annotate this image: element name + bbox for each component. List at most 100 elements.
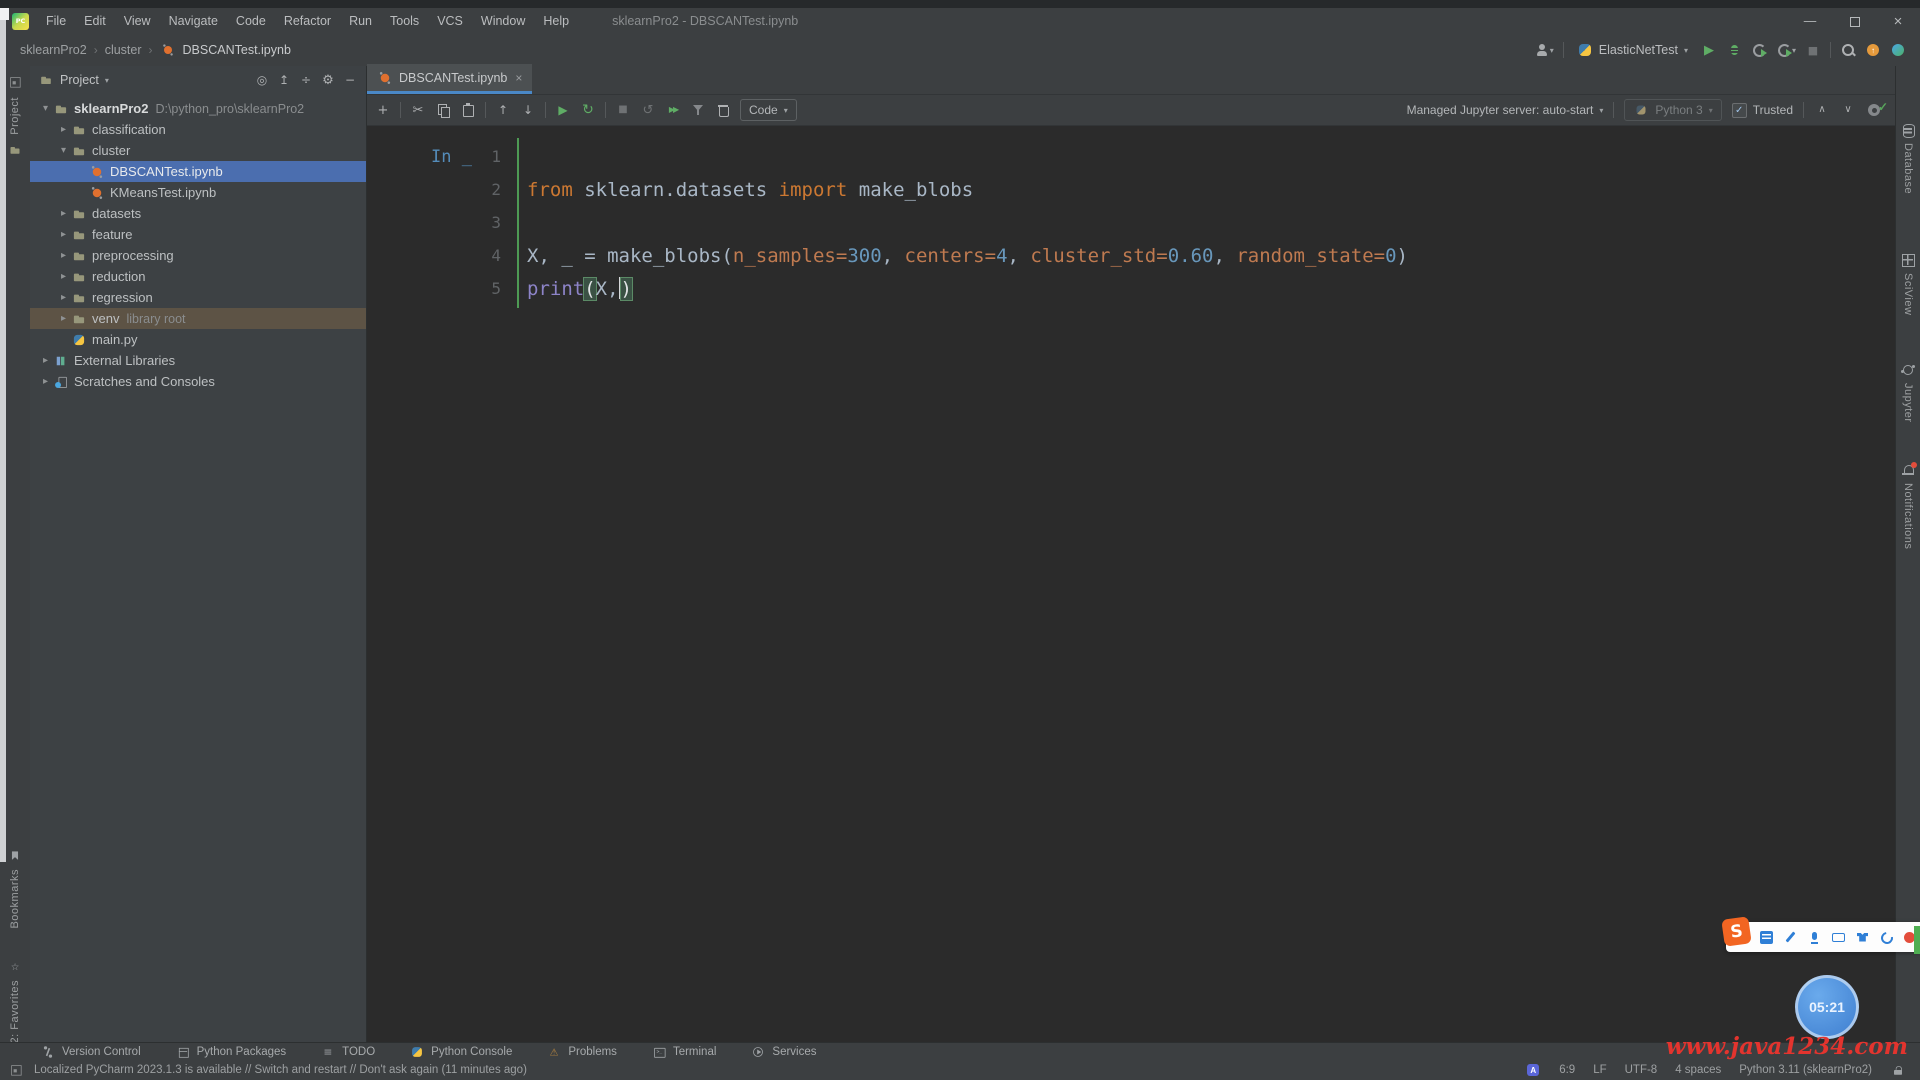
project-view-dropdown[interactable]: ▾ bbox=[105, 76, 109, 85]
tree-chevron-icon[interactable]: ▸ bbox=[56, 208, 71, 219]
stripe-button-database[interactable]: Database bbox=[1900, 122, 1916, 194]
tree-row-main-py[interactable]: main.py bbox=[30, 329, 366, 350]
tree-chevron-icon[interactable]: ▸ bbox=[56, 229, 71, 240]
add-cell-button-icon[interactable]: + bbox=[375, 102, 391, 118]
menu-help[interactable]: Help bbox=[536, 12, 576, 30]
stripe-project-button[interactable]: Project bbox=[9, 97, 21, 135]
translate-icon[interactable] bbox=[1525, 1062, 1541, 1078]
notebook-editor[interactable]: In _12from sklearn.datasets import make_… bbox=[367, 126, 1896, 305]
move-cell-down-button-icon[interactable]: ↓ bbox=[520, 102, 536, 118]
debug-button[interactable] bbox=[1726, 42, 1742, 58]
menu-vcs[interactable]: VCS bbox=[430, 12, 470, 30]
trusted-checkbox[interactable]: ✓ Trusted bbox=[1732, 103, 1793, 118]
tree-row-venv[interactable]: ▸venvlibrary root bbox=[30, 308, 366, 329]
inspections-ok-icon[interactable]: ✓ bbox=[1878, 100, 1888, 114]
menu-code[interactable]: Code bbox=[229, 12, 273, 30]
breadcrumb-item[interactable]: cluster bbox=[105, 43, 142, 57]
tree-row-reduction[interactable]: ▸reduction bbox=[30, 266, 366, 287]
interrupt-kernel-button-icon[interactable]: ↺ bbox=[640, 102, 656, 118]
stripe-button-sciview[interactable]: SciView bbox=[1900, 252, 1916, 315]
cell-type-dropdown[interactable]: Code ▾ bbox=[740, 99, 797, 121]
tool-window-switcher-icon[interactable] bbox=[10, 1064, 23, 1077]
tree-row-regression[interactable]: ▸regression bbox=[30, 287, 366, 308]
update-available-icon[interactable] bbox=[1865, 42, 1881, 58]
tree-row-external-libraries[interactable]: ▸External Libraries bbox=[30, 350, 366, 371]
tree-chevron-icon[interactable]: ▸ bbox=[56, 292, 71, 303]
tool-button-python-console[interactable]: Python Console bbox=[409, 1044, 512, 1060]
keyboard-icon[interactable] bbox=[1832, 931, 1845, 944]
tool-button-version-control[interactable]: Version Control bbox=[40, 1044, 141, 1060]
menu-window[interactable]: Window bbox=[474, 12, 532, 30]
tool-button-python-packages[interactable]: Python Packages bbox=[175, 1044, 287, 1060]
stripe-button-notifications[interactable]: Notifications bbox=[1900, 462, 1916, 549]
stripe-button-jupyter[interactable]: Jupyter bbox=[1900, 362, 1916, 423]
user-menu[interactable]: ▾ bbox=[1534, 42, 1554, 58]
previous-cell-button[interactable]: ∧ bbox=[1814, 102, 1830, 118]
menu-file[interactable]: File bbox=[39, 12, 73, 30]
language-toggle-icon[interactable] bbox=[1760, 931, 1773, 944]
tree-row-sklearnpro2[interactable]: ▾sklearnPro2D:\python_pro\sklearnPro2 bbox=[30, 98, 366, 119]
handwriting-icon[interactable] bbox=[1784, 931, 1797, 944]
tree-row-datasets[interactable]: ▸datasets bbox=[30, 203, 366, 224]
run-button[interactable]: ▶ bbox=[1701, 42, 1717, 58]
maximize-button[interactable] bbox=[1832, 8, 1876, 34]
tab-dbscantest[interactable]: DBSCANTest.ipynb × bbox=[367, 64, 532, 94]
recording-timer[interactable]: 05:21 bbox=[1795, 975, 1859, 1039]
jupyter-server-dropdown[interactable]: Managed Jupyter server: auto-start ▾ bbox=[1407, 103, 1604, 117]
tree-chevron-icon[interactable]: ▸ bbox=[56, 250, 71, 261]
skin-icon[interactable] bbox=[1856, 931, 1869, 944]
run-config-selector[interactable]: ElasticNetTest ▾ bbox=[1573, 40, 1692, 60]
paste-cell-button-icon[interactable] bbox=[460, 102, 476, 118]
file-encoding[interactable]: UTF-8 bbox=[1625, 1064, 1658, 1076]
minimize-button[interactable]: — bbox=[1788, 8, 1832, 34]
run-with-coverage-button[interactable] bbox=[1751, 42, 1767, 58]
tool-button-todo[interactable]: ≡TODO bbox=[320, 1044, 375, 1060]
project-panel-title[interactable]: Project bbox=[60, 73, 99, 87]
menu-tools[interactable]: Tools bbox=[383, 12, 426, 30]
tree-row-cluster[interactable]: ▾cluster bbox=[30, 140, 366, 161]
menu-run[interactable]: Run bbox=[342, 12, 379, 30]
toolbox-icon[interactable] bbox=[1880, 931, 1893, 944]
tree-row-preprocessing[interactable]: ▸preprocessing bbox=[30, 245, 366, 266]
status-message[interactable]: Localized PyCharm 2023.1.3 is available … bbox=[34, 1064, 527, 1076]
tree-row-dbscantest-ipynb[interactable]: DBSCANTest.ipynb bbox=[30, 161, 366, 182]
stripe-button-bookmarks[interactable]: Bookmarks bbox=[7, 848, 23, 929]
close-button[interactable]: × bbox=[1876, 8, 1920, 34]
split-button[interactable]: ÷ bbox=[298, 72, 314, 88]
tree-row-scratches-and-consoles[interactable]: ▸Scratches and Consoles bbox=[30, 371, 366, 392]
indent-style[interactable]: 4 spaces bbox=[1675, 1064, 1721, 1076]
tree-chevron-icon[interactable]: ▸ bbox=[56, 124, 71, 135]
tree-chevron-icon[interactable]: ▸ bbox=[56, 313, 71, 324]
tree-row-kmeanstest-ipynb[interactable]: KMeansTest.ipynb bbox=[30, 182, 366, 203]
tree-row-classification[interactable]: ▸classification bbox=[30, 119, 366, 140]
tool-button-services[interactable]: Services bbox=[750, 1044, 816, 1060]
next-cell-button[interactable]: ∨ bbox=[1840, 102, 1856, 118]
breadcrumb-item[interactable]: sklearnPro2 bbox=[20, 43, 87, 57]
profiler-button[interactable]: ▾ bbox=[1776, 42, 1796, 58]
stop-kernel-button-icon[interactable]: ■ bbox=[615, 102, 631, 118]
run-all-cells-button-icon[interactable]: ▶▶ bbox=[665, 102, 681, 118]
move-cell-up-button-icon[interactable]: ↑ bbox=[495, 102, 511, 118]
sogou-logo-icon[interactable]: S bbox=[1721, 916, 1751, 946]
kernel-dropdown[interactable]: Python 3 ▾ bbox=[1624, 99, 1721, 121]
run-cell-button-icon[interactable]: ▶ bbox=[555, 102, 571, 118]
delete-cell-button-icon[interactable] bbox=[715, 102, 731, 118]
hide-panel-button[interactable]: − bbox=[342, 72, 358, 88]
more-icon[interactable] bbox=[1904, 931, 1912, 944]
tree-chevron-icon[interactable]: ▸ bbox=[38, 355, 53, 366]
menu-refactor[interactable]: Refactor bbox=[277, 12, 338, 30]
breadcrumb-item[interactable]: DBSCANTest.ipynb bbox=[183, 43, 291, 57]
tree-chevron-icon[interactable]: ▸ bbox=[38, 376, 53, 387]
tree-chevron-icon[interactable]: ▸ bbox=[56, 271, 71, 282]
menu-navigate[interactable]: Navigate bbox=[162, 12, 225, 30]
tree-chevron-icon[interactable]: ▾ bbox=[38, 103, 53, 114]
copy-cell-button-icon[interactable] bbox=[435, 102, 451, 118]
cut-cell-button-icon[interactable]: ✂ bbox=[410, 102, 426, 118]
line-separator[interactable]: LF bbox=[1593, 1064, 1606, 1076]
tool-button-problems[interactable]: ⚠Problems bbox=[546, 1044, 617, 1060]
tab-close-icon[interactable]: × bbox=[515, 71, 522, 85]
stripe-button-2-favorites[interactable]: ☆2: Favorites bbox=[7, 959, 23, 1043]
search-everywhere-button[interactable] bbox=[1840, 42, 1856, 58]
settings-gear-button[interactable]: ⚙ bbox=[320, 72, 336, 88]
microphone-icon[interactable] bbox=[1808, 931, 1821, 944]
